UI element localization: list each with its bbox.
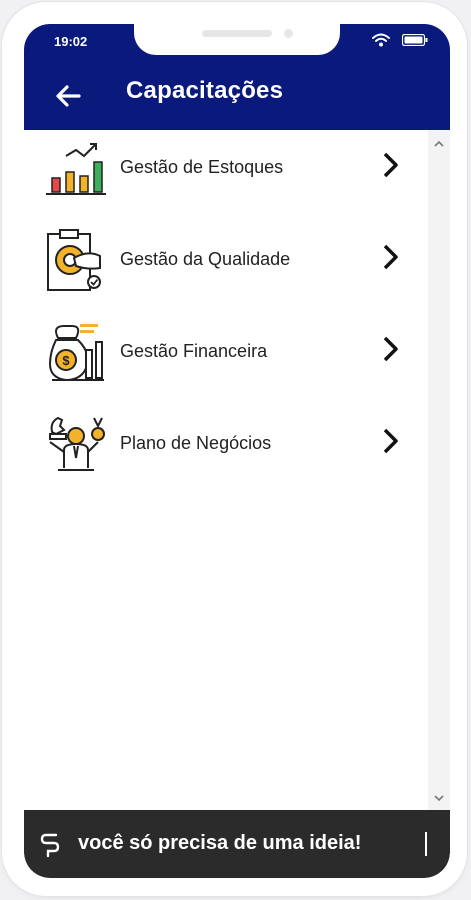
status-bar: 19:02	[24, 24, 450, 60]
text-caret	[425, 832, 427, 856]
scrollbar[interactable]	[428, 130, 450, 810]
list-item-label: Gestão Financeira	[120, 341, 268, 361]
list-item-gestao-financeira[interactable]: $ Gestão Financeira	[24, 314, 428, 394]
status-icons	[372, 33, 428, 47]
speaker	[202, 30, 272, 37]
slogan-banner: você só precisa de uma ideia!	[24, 810, 450, 878]
app-screen: 19:02 Capacitações Gestão de Estoques Ge…	[24, 24, 450, 878]
phone-frame: 19:02 Capacitações Gestão de Estoques Ge…	[2, 2, 467, 896]
scroll-down-icon[interactable]	[433, 792, 445, 804]
chevron-right-icon	[383, 244, 398, 270]
list-item-gestao-qualidade[interactable]: Gestão da Qualidade	[24, 222, 428, 302]
app-bar: Capacitações	[24, 60, 450, 130]
quality-gear-clipboard-icon	[47, 229, 101, 291]
arrow-left-icon[interactable]	[52, 80, 84, 112]
page-title: Capacitações	[126, 77, 284, 104]
notch	[134, 24, 340, 55]
strategy-chess-person-icon	[49, 416, 105, 471]
svg-text:$: $	[62, 353, 70, 368]
wifi-icon	[372, 33, 390, 47]
chevron-right-icon	[383, 336, 398, 362]
list-item-label: Plano de Negócios	[120, 433, 272, 453]
list-item-plano-negocios[interactable]: Plano de Negócios	[24, 406, 428, 486]
brand-logo-icon	[40, 833, 60, 858]
list-item-label: Gestão da Qualidade	[120, 249, 291, 269]
chevron-right-icon	[383, 152, 398, 178]
list-item-label: Gestão de Estoques	[120, 157, 284, 177]
course-list: Gestão de Estoques Gestão da Qualidade $…	[24, 130, 428, 810]
money-bag-chart-icon: $	[48, 324, 104, 382]
list-item-gestao-estoques[interactable]: Gestão de Estoques	[24, 130, 428, 210]
slogan-text: você só precisa de uma ideia!	[78, 832, 362, 854]
scroll-up-icon[interactable]	[433, 138, 445, 150]
bar-chart-growth-icon	[46, 143, 106, 195]
camera	[284, 29, 293, 38]
status-time: 19:02	[54, 34, 88, 49]
chevron-right-icon	[383, 428, 398, 454]
battery-icon	[402, 34, 428, 46]
